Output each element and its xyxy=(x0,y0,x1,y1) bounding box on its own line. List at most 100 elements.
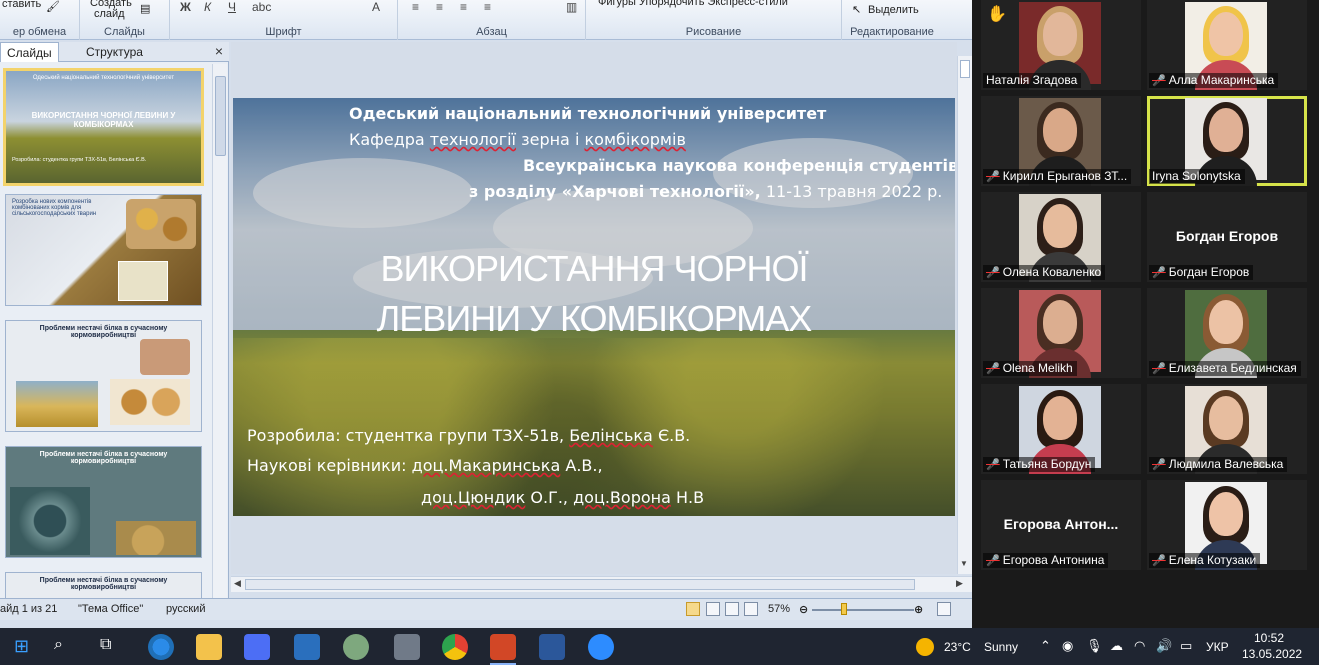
h-scroll-thumb[interactable] xyxy=(245,579,915,590)
task-view-icon[interactable]: ⧉ xyxy=(100,636,111,654)
tab-slides[interactable]: Слайды xyxy=(0,42,59,62)
participant-tile[interactable]: Наталія Згадова ✋ xyxy=(981,0,1141,90)
windows-start-icon[interactable]: ⊞ xyxy=(14,636,29,657)
layout-icon[interactable]: ▤ xyxy=(140,2,150,15)
participant-name: 🎤 Людмила Валевська xyxy=(1149,457,1288,472)
store-icon[interactable] xyxy=(244,634,270,660)
fit-to-window-icon[interactable] xyxy=(937,602,951,616)
scroll-right-icon[interactable]: ▶ xyxy=(956,578,963,589)
thumb-1-title: ВИКОРИСТАННЯ ЧОРНОЇ ЛЕВИНИ У КОМБІКОРМАХ xyxy=(31,111,176,129)
calculator-icon[interactable] xyxy=(394,634,420,660)
zoom-app-icon[interactable] xyxy=(588,634,614,660)
search-icon[interactable]: ⌕ xyxy=(54,636,63,654)
align-left-icon[interactable]: ≡ xyxy=(412,0,419,14)
paint-icon[interactable] xyxy=(343,634,369,660)
font-color-icon[interactable]: A xyxy=(372,0,380,14)
horizontal-scrollbar[interactable]: ◀ ▶ xyxy=(231,576,972,592)
microphone-icon[interactable]: 🎙 xyxy=(1086,638,1103,654)
dept-d: комбікормів xyxy=(584,130,686,149)
close-icon[interactable]: × xyxy=(215,43,223,59)
keyboard-language[interactable]: УКР xyxy=(1206,640,1229,654)
slide-sorter-icon[interactable] xyxy=(706,602,720,616)
edge-icon[interactable] xyxy=(148,634,174,660)
zoom-in-icon[interactable]: ⊕ xyxy=(914,603,923,616)
slide-thumb-2[interactable]: Розробка нових компонентів комбінованих … xyxy=(5,194,202,306)
dept-a: Кафедра xyxy=(349,130,430,149)
slide-thumb-3[interactable]: Проблеми нестачі білка в сучасному кормо… xyxy=(5,320,202,432)
justify-icon[interactable]: ≡ xyxy=(484,0,491,14)
slide-canvas[interactable]: Одеський національний технологічний унів… xyxy=(233,98,955,516)
scroll-thumb[interactable] xyxy=(215,76,226,156)
participant-name: 🎤 Елена Котузаки xyxy=(1149,553,1261,568)
file-explorer-icon[interactable] xyxy=(196,634,222,660)
participant-name: 🎤 Алла Макаринська xyxy=(1149,73,1279,88)
participant-name: 🎤 Татьяна Бордун xyxy=(983,457,1096,472)
author-line: Розробила: студентка групи ТЗХ-51в, Белі… xyxy=(247,426,690,445)
word-icon[interactable] xyxy=(539,634,565,660)
slide-scrollbar[interactable]: ▼ xyxy=(957,56,972,574)
paste-label[interactable]: ставить xyxy=(2,0,41,10)
zoom-slider[interactable] xyxy=(812,609,914,611)
slide-thumb-1[interactable]: Одеський національний технологічний унів… xyxy=(3,68,204,186)
participant-tile[interactable]: 🎤 Olena Melikh xyxy=(981,288,1141,378)
slide-thumb-4[interactable]: Проблеми нестачі білка в сучасному кормо… xyxy=(5,446,202,558)
participant-name: 🎤 Богдан Егоров xyxy=(1149,265,1254,280)
align-center-icon[interactable]: ≡ xyxy=(436,0,443,14)
slides-pane: Слайды Структура × Одеський національний… xyxy=(0,42,229,598)
cloud-icon[interactable]: ☁ xyxy=(1110,638,1123,654)
participant-name-text: Кирилл Ерыганов ЗТ... xyxy=(1002,169,1128,183)
dept-b: технології xyxy=(429,130,516,149)
wifi-icon[interactable]: ◠ xyxy=(1134,638,1145,654)
chrome-icon[interactable] xyxy=(442,634,468,660)
mail-icon[interactable] xyxy=(294,634,320,660)
italic-icon[interactable]: К xyxy=(204,0,211,14)
clock-date[interactable]: 13.05.2022 xyxy=(1242,647,1302,661)
participant-tile[interactable]: 🎤 Татьяна Бордун xyxy=(981,384,1141,474)
scroll-left-icon[interactable]: ◀ xyxy=(234,578,241,589)
normal-view-icon[interactable] xyxy=(686,602,700,616)
weather-desc[interactable]: Sunny xyxy=(984,640,1018,654)
participant-tile[interactable]: 🎤 Елена Котузаки xyxy=(1147,480,1307,570)
battery-icon[interactable]: ▭ xyxy=(1180,638,1192,654)
slide-editor: Одеський національний технологічний унів… xyxy=(231,42,957,574)
theme-name[interactable]: "Тема Office" xyxy=(78,603,143,615)
strike-icon[interactable]: abc xyxy=(252,0,271,14)
underline-icon[interactable]: Ч xyxy=(228,0,236,14)
reading-view-icon[interactable] xyxy=(725,602,739,616)
cursor-icon[interactable]: ↖ xyxy=(852,3,861,16)
slide-title-line2: ЛЕВИНИ У КОМБІКОРМАХ xyxy=(376,298,813,339)
sup1-b: доц.Макаринська xyxy=(411,456,561,475)
participant-tile[interactable]: Егорова Антон... 🎤 Егорова Антонина xyxy=(981,480,1141,570)
clock-time[interactable]: 10:52 xyxy=(1254,631,1284,645)
slideshow-icon[interactable] xyxy=(744,602,758,616)
participant-tile[interactable]: Iryna Solonytska xyxy=(1147,96,1307,186)
muted-mic-icon: 🎤 xyxy=(986,171,1000,183)
slide-thumb-5[interactable]: Проблеми нестачі білка в сучасному кормо… xyxy=(5,572,202,598)
zoom-out-icon[interactable]: ⊖ xyxy=(799,603,808,616)
chevron-up-icon[interactable]: ⌃ xyxy=(1040,638,1051,654)
align-right-icon[interactable]: ≡ xyxy=(460,0,467,14)
tab-outline[interactable]: Структура xyxy=(80,42,149,62)
scroll-down-icon[interactable]: ▼ xyxy=(960,559,968,568)
bold-icon[interactable]: Ж xyxy=(180,0,191,14)
new-slide-label2[interactable]: слайд xyxy=(94,8,125,20)
participant-tile[interactable]: Богдан Егоров 🎤 Богдан Егоров xyxy=(1147,192,1307,282)
participant-tile[interactable]: 🎤 Олена Коваленко xyxy=(981,192,1141,282)
supervisors-line2: доц.Цюндик О.Г., доц.Ворона Н.В xyxy=(421,488,704,507)
volume-icon[interactable]: 🔊 xyxy=(1156,638,1172,654)
camera-icon[interactable]: ◉ xyxy=(1062,638,1073,654)
powerpoint-icon[interactable] xyxy=(490,634,516,660)
thumbnail-scrollbar[interactable] xyxy=(212,64,227,598)
participant-tile[interactable]: 🎤 Елизавета Бедлинская xyxy=(1147,288,1307,378)
columns-icon[interactable]: ▥ xyxy=(566,0,577,14)
participant-tile[interactable]: 🎤 Людмила Валевська xyxy=(1147,384,1307,474)
format-painter-icon[interactable]: 🖌 xyxy=(46,0,60,13)
participant-tile[interactable]: 🎤 Алла Макаринська xyxy=(1147,0,1307,90)
zoom-slider-knob[interactable] xyxy=(840,603,847,615)
shapes-button[interactable]: Фигуры Упорядочить Экспресс-стили xyxy=(598,0,788,8)
scroll-thumb[interactable] xyxy=(960,60,970,78)
participant-tile[interactable]: 🎤 Кирилл Ерыганов ЗТ... xyxy=(981,96,1141,186)
language[interactable]: русский xyxy=(166,603,205,615)
select-button[interactable]: Выделить xyxy=(868,4,919,16)
weather-temp[interactable]: 23°C xyxy=(944,640,971,654)
